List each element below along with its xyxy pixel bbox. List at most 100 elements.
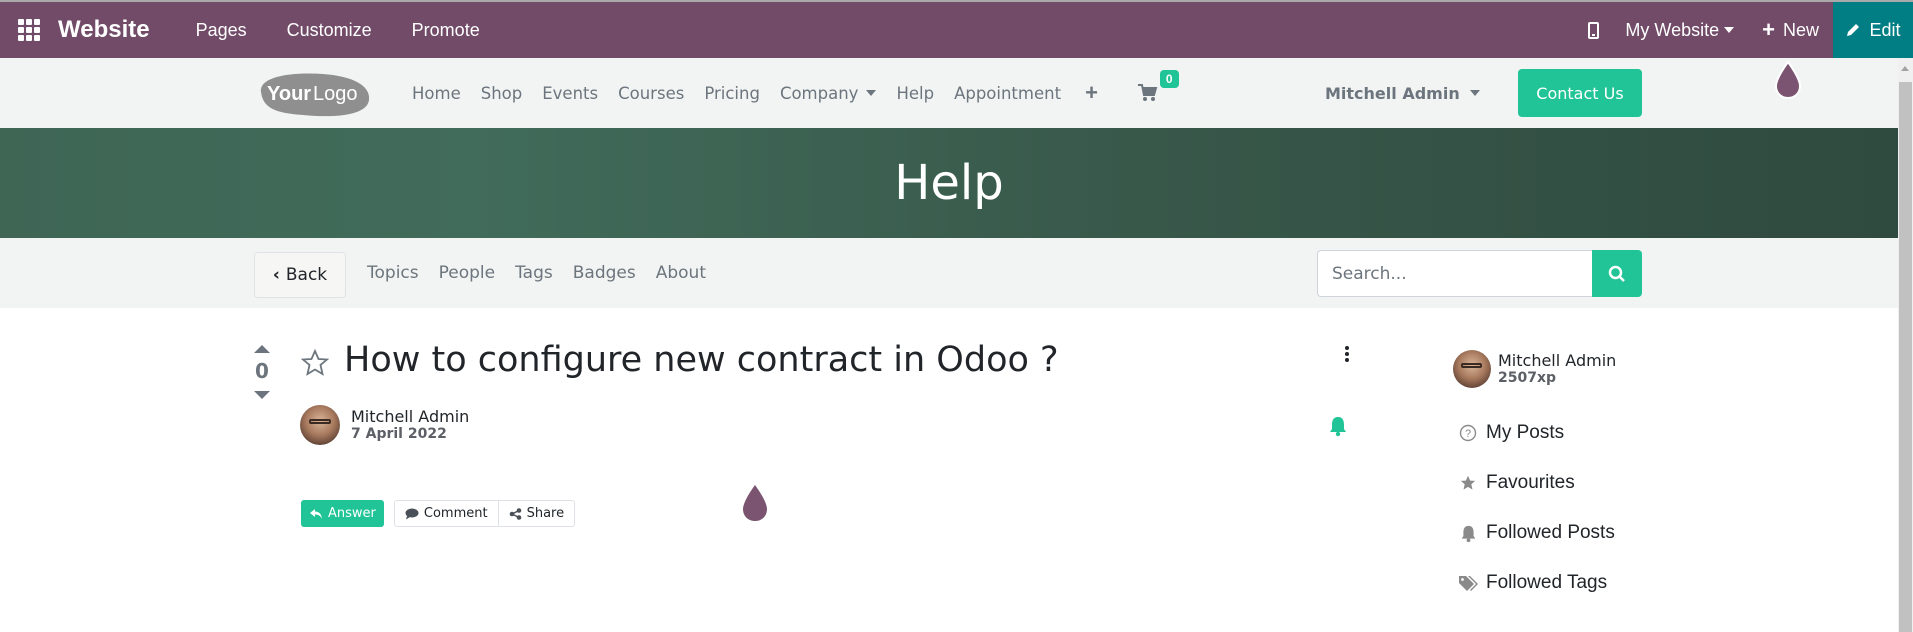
sidebar-item-followed-tags[interactable]: Followed Tags bbox=[1453, 558, 1703, 608]
share-button[interactable]: Share bbox=[497, 501, 575, 526]
star-icon bbox=[1460, 475, 1476, 490]
user-xp: 2507xp bbox=[1498, 370, 1557, 387]
edit-button[interactable]: Edit bbox=[1833, 2, 1913, 58]
comment-share-group: Comment Share bbox=[393, 500, 576, 527]
page-banner: Help bbox=[0, 128, 1898, 238]
app-name[interactable]: Website bbox=[58, 16, 150, 44]
share-icon bbox=[509, 507, 521, 520]
contact-us-button[interactable]: Contact Us bbox=[1518, 69, 1642, 117]
forum-subnav: ‹ Back Topics People Tags Badges About bbox=[0, 238, 1898, 308]
mobile-preview-icon[interactable] bbox=[1588, 21, 1600, 39]
chevron-left-icon: ‹ bbox=[272, 265, 280, 285]
cart-button[interactable]: 0 bbox=[1137, 70, 1179, 102]
chevron-down-icon bbox=[1724, 27, 1735, 33]
sidebar-item-label: Followed Posts bbox=[1486, 522, 1615, 543]
subnav-people[interactable]: People bbox=[439, 263, 495, 283]
odoo-drop-marker-icon bbox=[743, 485, 767, 521]
favourite-star-icon[interactable] bbox=[300, 348, 330, 378]
nav-help[interactable]: Help bbox=[896, 84, 934, 103]
question-title: How to configure new contract in Odoo ? bbox=[344, 340, 1059, 380]
search-input[interactable] bbox=[1317, 250, 1592, 297]
subnav-badges[interactable]: Badges bbox=[573, 263, 636, 283]
site-nav: Home Shop Events Courses Pricing Company… bbox=[412, 58, 1179, 128]
nav-company-label: Company bbox=[779, 83, 859, 103]
menu-promote[interactable]: Promote bbox=[412, 20, 480, 41]
subnav-tags[interactable]: Tags bbox=[515, 263, 553, 283]
vote-widget: 0 bbox=[252, 345, 272, 399]
nav-appointment[interactable]: Appointment bbox=[954, 84, 1061, 103]
scroll-up-icon[interactable] bbox=[1901, 66, 1909, 71]
follow-bell-icon[interactable] bbox=[1328, 415, 1348, 437]
back-button[interactable]: ‹ Back bbox=[254, 252, 346, 298]
add-menu-item-icon[interactable]: + bbox=[1085, 80, 1098, 106]
author-name[interactable]: Mitchell Admin bbox=[351, 407, 469, 426]
forum-search bbox=[1317, 250, 1642, 297]
logo-text-bold: Your bbox=[267, 83, 311, 105]
odoo-drop-marker-icon bbox=[1774, 60, 1802, 100]
avatar[interactable] bbox=[300, 405, 340, 445]
reply-icon bbox=[310, 508, 322, 519]
avatar bbox=[1453, 350, 1491, 388]
upvote-icon[interactable] bbox=[254, 345, 270, 353]
nav-courses[interactable]: Courses bbox=[618, 84, 684, 103]
pencil-icon bbox=[1847, 24, 1860, 36]
search-button[interactable] bbox=[1592, 250, 1642, 297]
question-circle-icon: ? bbox=[1459, 424, 1477, 442]
sidebar-profile[interactable]: Mitchell Admin 2507xp bbox=[1453, 350, 1703, 388]
bell-icon bbox=[1461, 525, 1475, 542]
user-menu-label: Mitchell Admin bbox=[1325, 83, 1460, 103]
subnav-topics[interactable]: Topics bbox=[367, 263, 419, 283]
edit-button-label: Edit bbox=[1869, 19, 1901, 40]
page-title: Help bbox=[894, 155, 1004, 211]
site-logo[interactable]: Your Logo bbox=[253, 68, 373, 120]
chevron-down-icon bbox=[1469, 90, 1480, 96]
logo-text-light: Logo bbox=[313, 83, 358, 105]
nav-events[interactable]: Events bbox=[542, 84, 598, 103]
user-menu[interactable]: Mitchell Admin bbox=[1325, 58, 1480, 128]
back-button-label: Back bbox=[285, 265, 328, 285]
page-scrollbar[interactable] bbox=[1898, 58, 1913, 632]
menu-pages[interactable]: Pages bbox=[196, 20, 247, 41]
more-options-icon[interactable] bbox=[1344, 345, 1350, 363]
nav-home[interactable]: Home bbox=[412, 84, 461, 103]
nav-shop[interactable]: Shop bbox=[481, 84, 523, 103]
chevron-down-icon bbox=[866, 90, 877, 96]
tags-icon bbox=[1458, 575, 1478, 591]
sidebar-item-label: My Posts bbox=[1486, 422, 1565, 443]
vote-count: 0 bbox=[255, 359, 269, 383]
nav-pricing[interactable]: Pricing bbox=[704, 84, 760, 103]
website-selector[interactable]: My Website bbox=[1625, 19, 1735, 41]
sidebar-item-label: Followed Tags bbox=[1486, 572, 1608, 593]
plus-icon: + bbox=[1762, 17, 1775, 42]
sidebar-item-followed-posts[interactable]: Followed Posts bbox=[1453, 508, 1703, 558]
sidebar-user-name: Mitchell Admin bbox=[1498, 351, 1617, 370]
scrollbar-thumb[interactable] bbox=[1899, 82, 1912, 632]
new-button-label: New bbox=[1782, 19, 1819, 40]
share-button-label: Share bbox=[526, 506, 565, 521]
nav-company[interactable]: Company bbox=[780, 84, 877, 103]
apps-menu-icon[interactable] bbox=[18, 19, 40, 41]
search-icon bbox=[1608, 265, 1625, 282]
comment-icon bbox=[405, 508, 419, 519]
site-header: Your Logo Home Shop Events Courses Prici… bbox=[0, 58, 1898, 128]
website-selector-label: My Website bbox=[1625, 19, 1720, 40]
menu-customize[interactable]: Customize bbox=[287, 20, 372, 41]
new-button[interactable]: + New bbox=[1762, 17, 1819, 43]
cart-icon bbox=[1137, 84, 1158, 101]
sidebar-item-label: Favourites bbox=[1486, 472, 1575, 493]
downvote-icon[interactable] bbox=[254, 391, 270, 399]
admin-top-bar: Website Pages Customize Promote My Websi… bbox=[0, 0, 1913, 58]
question-actions: Answer Comment Share bbox=[301, 500, 576, 527]
cart-count-badge: 0 bbox=[1159, 70, 1179, 88]
sidebar-item-favourites[interactable]: Favourites bbox=[1453, 458, 1703, 508]
forum-sidebar: Mitchell Admin 2507xp ? My Posts Favouri… bbox=[1453, 350, 1703, 608]
comment-button-label: Comment bbox=[423, 506, 488, 521]
comment-button[interactable]: Comment bbox=[395, 501, 498, 526]
answer-button-label: Answer bbox=[328, 506, 376, 521]
sidebar-item-my-posts[interactable]: ? My Posts bbox=[1453, 408, 1703, 458]
answer-button[interactable]: Answer bbox=[301, 500, 384, 527]
subnav-about[interactable]: About bbox=[656, 263, 706, 283]
post-date: 7 April 2022 bbox=[351, 426, 447, 443]
svg-text:?: ? bbox=[1465, 428, 1471, 440]
question-author: Mitchell Admin 7 April 2022 bbox=[300, 405, 469, 445]
